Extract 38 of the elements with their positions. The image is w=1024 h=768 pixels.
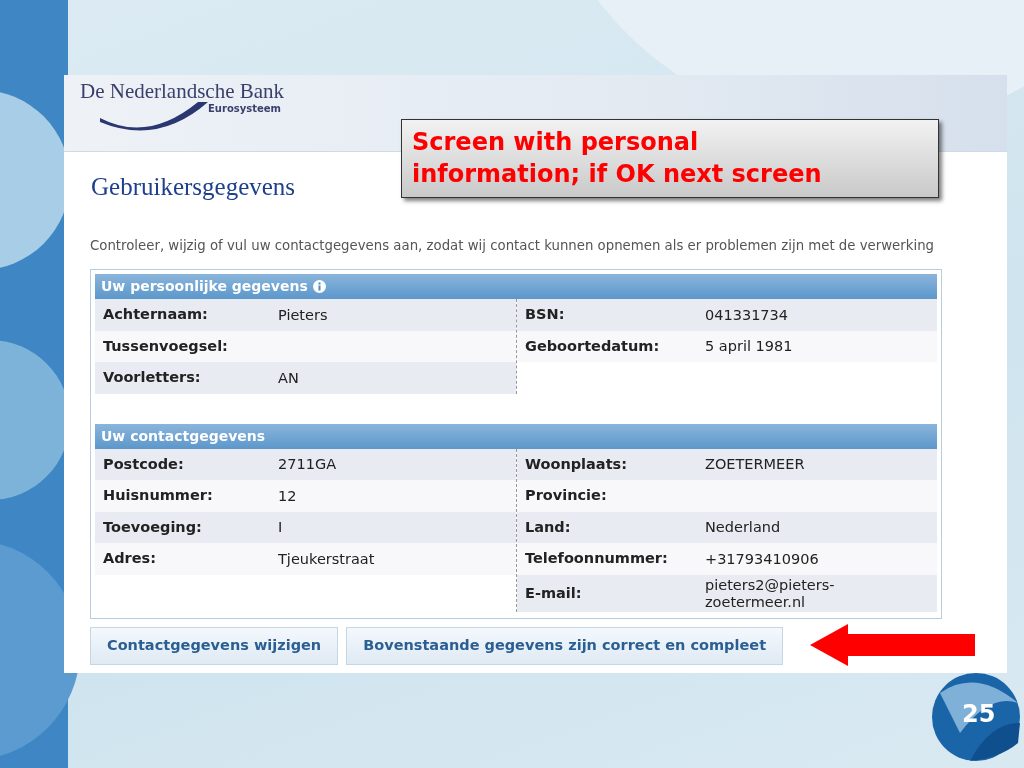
- field-label: Achternaam:: [102, 305, 209, 325]
- field-label: Adres:: [102, 549, 157, 569]
- field-label: Voorletters:: [102, 368, 202, 388]
- field-value: 12: [278, 486, 298, 506]
- field-value: I: [278, 518, 284, 538]
- arrow-icon: [810, 624, 975, 666]
- field-label: Tussenvoegsel:: [102, 336, 229, 356]
- page-title: Gebruikersgegevens: [91, 172, 296, 202]
- logo-text: De Nederlandsche Bank: [80, 81, 286, 102]
- field-value: 5 april 1981: [705, 337, 794, 357]
- field-label: Telefoonnummer:: [524, 549, 669, 569]
- field-label: Geboortedatum:: [524, 336, 661, 356]
- field-value: Tjeukerstraat: [278, 549, 376, 569]
- field-label: BSN:: [524, 305, 566, 325]
- field-label: Postcode:: [102, 454, 185, 474]
- logo-subtitle: Eurosysteem: [208, 102, 281, 115]
- info-icon[interactable]: [312, 280, 326, 294]
- slide-number: 25: [962, 699, 996, 730]
- field-value: 2711GA: [278, 455, 338, 475]
- field-label: Provincie:: [524, 486, 608, 506]
- field-value: 041331734: [705, 305, 790, 325]
- field-value: +31793410906: [705, 549, 820, 569]
- callout-note: Screen with personal information; if OK next screen: [401, 119, 939, 198]
- field-value: ZOETERMEER: [705, 455, 806, 475]
- intro-text: Controleer, wijzig of vul uw contactgegevens aan, zodat wij contact kunnen opnemen als er problemen zijn met de verwerking: [90, 236, 936, 255]
- field-value: Nederland: [705, 518, 782, 538]
- action-button[interactable]: Contactgegevens wijzigen: [90, 627, 339, 666]
- action-button[interactable]: Bovenstaande gegevens zijn correct en compleet: [346, 627, 784, 666]
- field-label: Woonplaats:: [524, 454, 628, 474]
- field-label: E-mail:: [524, 583, 583, 603]
- field-label: Huisnummer:: [102, 486, 214, 506]
- field-label: Land:: [524, 517, 572, 537]
- field-value: Pieters: [278, 305, 329, 325]
- field-label: Toevoeging:: [102, 517, 203, 537]
- field-value: pieters2@pieters-zoetermeer.nl: [705, 575, 836, 612]
- section-title: Uw contactgegevens: [101, 426, 266, 446]
- section-title: Uw persoonlijke gegevens: [101, 277, 308, 297]
- field-value: AN: [278, 368, 300, 388]
